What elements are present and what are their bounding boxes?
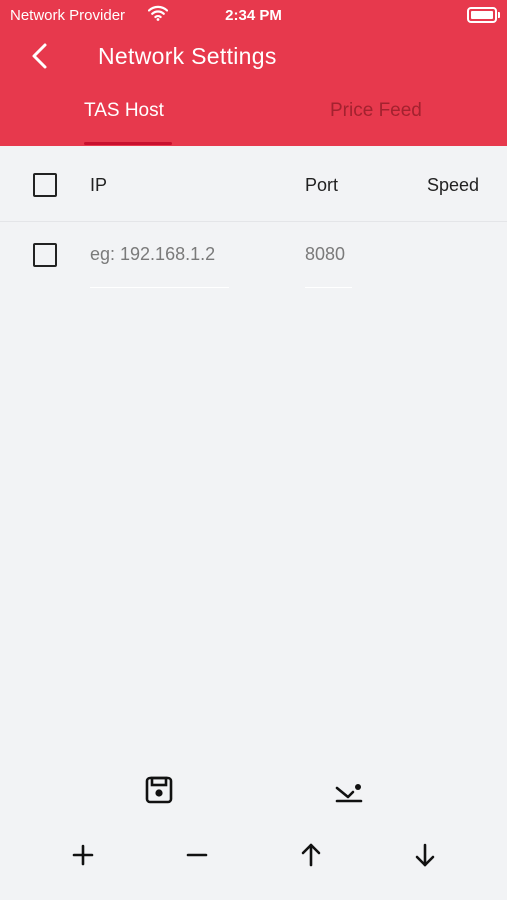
column-header-ip: IP xyxy=(90,175,108,195)
active-tab-indicator xyxy=(84,142,172,145)
import-button[interactable] xyxy=(329,770,369,810)
speed-value xyxy=(427,244,487,266)
table-row: eg: 192.168.1.2 8080 xyxy=(0,222,507,292)
move-down-button[interactable] xyxy=(405,835,445,875)
port-input[interactable]: 8080 xyxy=(305,244,352,288)
status-bar: Network Provider 2:34 PM xyxy=(0,0,507,30)
tab-bar: TAS Host Price Feed xyxy=(0,92,507,146)
arrow-down-icon xyxy=(415,843,435,867)
import-icon xyxy=(335,784,363,803)
minus-icon xyxy=(186,853,208,857)
remove-row-button[interactable] xyxy=(177,835,217,875)
nav-bar: Network Settings xyxy=(0,36,507,76)
table-header: IP Port Speed xyxy=(0,146,507,222)
app-header: Network Provider 2:34 PM Network Setting… xyxy=(0,0,507,146)
plus-icon xyxy=(72,844,94,866)
save-button[interactable] xyxy=(139,770,179,810)
battery-icon xyxy=(467,7,500,23)
tab-price-feed[interactable]: Price Feed xyxy=(330,100,422,122)
save-icon xyxy=(145,776,173,804)
back-button[interactable] xyxy=(26,40,56,72)
chevron-left-icon xyxy=(32,43,47,69)
column-header-speed: Speed xyxy=(427,175,480,195)
page-title: Network Settings xyxy=(98,43,277,69)
arrow-up-icon xyxy=(301,843,321,867)
move-up-button[interactable] xyxy=(291,835,331,875)
bottom-toolbar xyxy=(0,760,507,900)
add-row-button[interactable] xyxy=(63,835,103,875)
row-checkbox[interactable] xyxy=(33,243,57,267)
ip-input[interactable]: eg: 192.168.1.2 xyxy=(90,244,229,288)
status-time: 2:34 PM xyxy=(225,7,282,24)
column-header-port: Port xyxy=(305,175,339,195)
tab-tas-host[interactable]: TAS Host xyxy=(84,100,164,122)
select-all-checkbox[interactable] xyxy=(33,173,57,197)
